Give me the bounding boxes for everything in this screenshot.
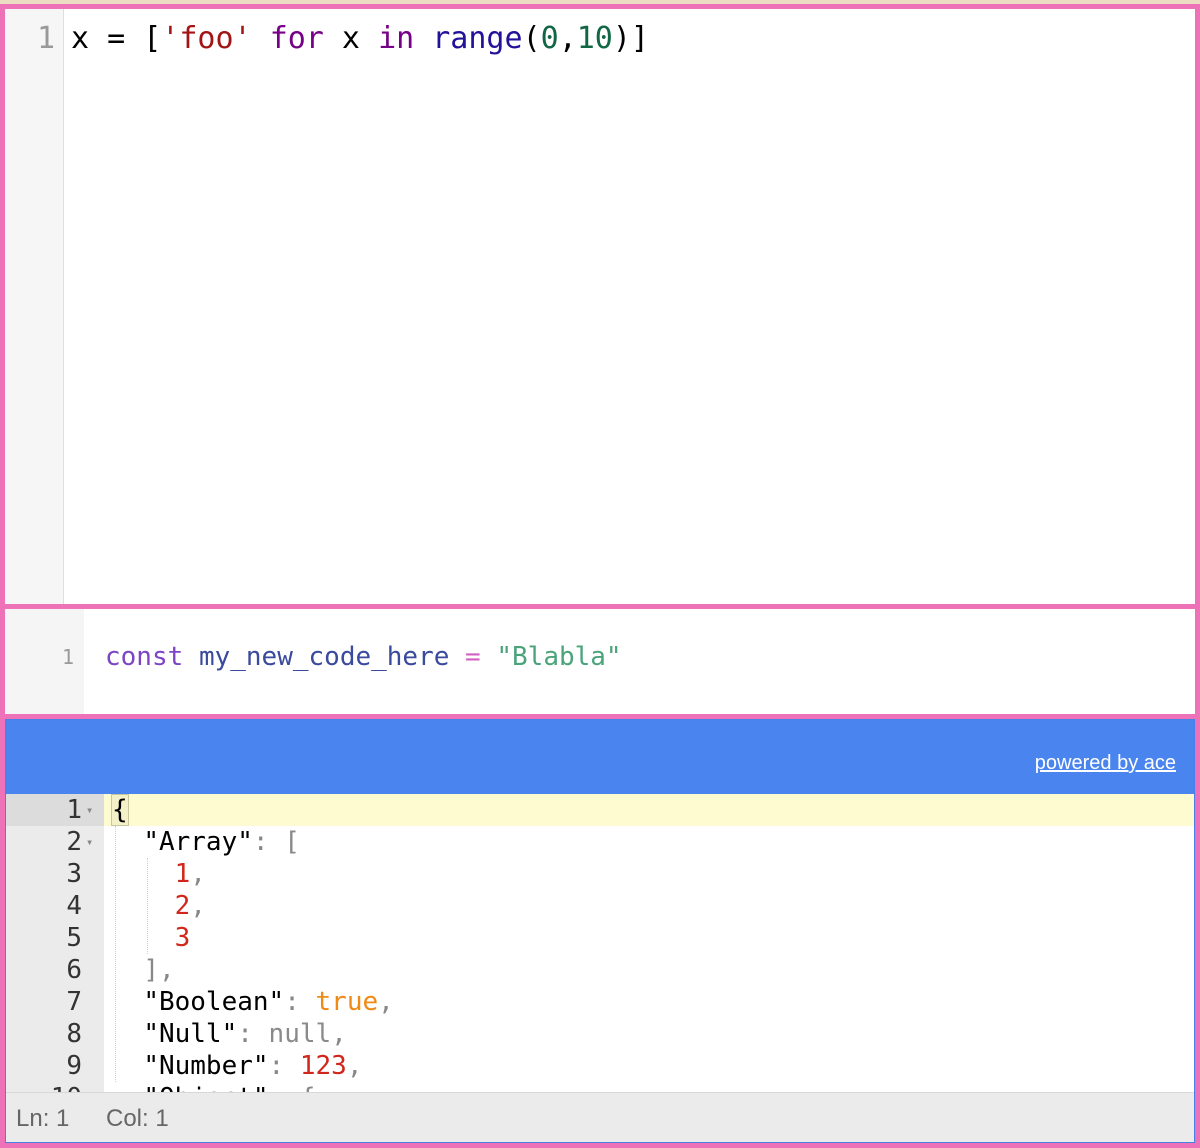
number-token: 10 bbox=[576, 21, 613, 56]
keyword-token: const bbox=[105, 642, 184, 672]
line-number: 4 bbox=[66, 891, 82, 921]
fold-toggle-icon[interactable]: ▾ bbox=[86, 826, 93, 858]
punctuation: : bbox=[252, 827, 285, 857]
json-number: 2 bbox=[174, 891, 191, 921]
line-number: 3 bbox=[66, 859, 82, 889]
matched-brace: { bbox=[111, 794, 129, 826]
json-number: 123 bbox=[299, 1051, 347, 1081]
code-line-8[interactable]: "Null": null, bbox=[112, 1018, 347, 1050]
javascript-editor[interactable]: 1 const my_new_code_here = "Blabla" bbox=[0, 604, 1200, 721]
json-number: 1 bbox=[174, 859, 191, 889]
punctuation: , bbox=[190, 859, 206, 889]
punctuation: , bbox=[378, 987, 394, 1017]
code-token: x bbox=[323, 21, 379, 56]
python-editor[interactable]: 1 x = ['foo' for x in range(0,10)] bbox=[0, 4, 1200, 613]
punctuation: , bbox=[346, 1051, 363, 1081]
punctuation: , bbox=[190, 891, 206, 921]
line-number: 1 bbox=[36, 21, 55, 56]
powered-by-ace-link[interactable]: powered by ace bbox=[1035, 752, 1176, 775]
json-key: "Array" bbox=[143, 827, 253, 857]
code-line-4[interactable]: 2, bbox=[112, 890, 206, 922]
punctuation: ], bbox=[143, 955, 175, 985]
json-code-area[interactable]: 1 ▾ 2 ▾ 3 4 5 6 7 8 9 10 { "Array": [ 1,… bbox=[6, 794, 1194, 1094]
status-column-indicator: Col: 1 bbox=[106, 1105, 169, 1132]
json-boolean: true bbox=[315, 987, 379, 1017]
json-key: "Boolean" bbox=[143, 987, 285, 1017]
code-token: ( bbox=[522, 21, 541, 56]
punctuation: [ bbox=[284, 827, 300, 857]
fold-toggle-icon[interactable]: ▾ bbox=[86, 794, 93, 826]
editor1-gutter: 1 bbox=[5, 9, 64, 608]
line-number: 1 bbox=[66, 795, 82, 825]
line-number: 9 bbox=[66, 1051, 82, 1081]
editor-header-bar: powered by ace bbox=[6, 720, 1194, 794]
line-number: 1 bbox=[61, 645, 74, 669]
punctuation: : bbox=[268, 1051, 300, 1081]
keyword-token: for bbox=[269, 21, 324, 56]
string-token: 'foo' bbox=[161, 21, 252, 56]
code-line-9[interactable]: "Number": 123, bbox=[112, 1050, 362, 1082]
status-line-indicator: Ln: 1 bbox=[16, 1105, 70, 1132]
code-line-5[interactable]: 3 bbox=[112, 922, 191, 954]
code-line-3[interactable]: 1, bbox=[112, 858, 206, 890]
line-number: 2 bbox=[66, 827, 82, 857]
variable-token: my_new_code_here bbox=[198, 642, 450, 672]
line-number: 8 bbox=[66, 1019, 82, 1049]
ace-editor-frame: powered by ace 1 ▾ 2 ▾ 3 4 5 6 7 8 9 10 … bbox=[5, 719, 1195, 1143]
json-number: 3 bbox=[174, 923, 191, 953]
ace-json-editor-panel: powered by ace 1 ▾ 2 ▾ 3 4 5 6 7 8 9 10 … bbox=[0, 714, 1200, 1148]
number-token: 0 bbox=[540, 21, 559, 56]
editor2-gutter: 1 bbox=[5, 609, 84, 716]
operator-token: = bbox=[465, 642, 481, 672]
code-line-2[interactable]: "Array": [ bbox=[112, 826, 300, 858]
active-line-highlight bbox=[104, 794, 1194, 826]
keyword-token: in bbox=[378, 21, 415, 56]
code-line-1[interactable]: { bbox=[111, 794, 129, 826]
code-token: x = [ bbox=[71, 21, 162, 56]
code-token: , bbox=[558, 21, 577, 56]
code-token: )] bbox=[612, 21, 649, 56]
code-line-6[interactable]: ], bbox=[112, 954, 175, 986]
editor-status-bar: Ln: 1 Col: 1 bbox=[6, 1092, 1194, 1142]
json-key: "Null" bbox=[143, 1019, 238, 1049]
line-number: 5 bbox=[66, 923, 82, 953]
builtin-token: range bbox=[432, 21, 523, 56]
line-number: 6 bbox=[66, 955, 82, 985]
code-line-1[interactable]: x = ['foo' for x in range(0,10)] bbox=[71, 19, 649, 59]
punctuation: : bbox=[284, 987, 316, 1017]
line-number: 7 bbox=[66, 987, 82, 1017]
code-line-1[interactable]: const my_new_code_here = "Blabla" bbox=[105, 639, 622, 675]
string-token: "Blabla" bbox=[496, 642, 622, 672]
json-null: null bbox=[268, 1019, 332, 1049]
punctuation: , bbox=[331, 1019, 347, 1049]
code-line-7[interactable]: "Boolean": true, bbox=[112, 986, 394, 1018]
punctuation: : bbox=[237, 1019, 269, 1049]
json-key: "Number" bbox=[143, 1051, 269, 1081]
